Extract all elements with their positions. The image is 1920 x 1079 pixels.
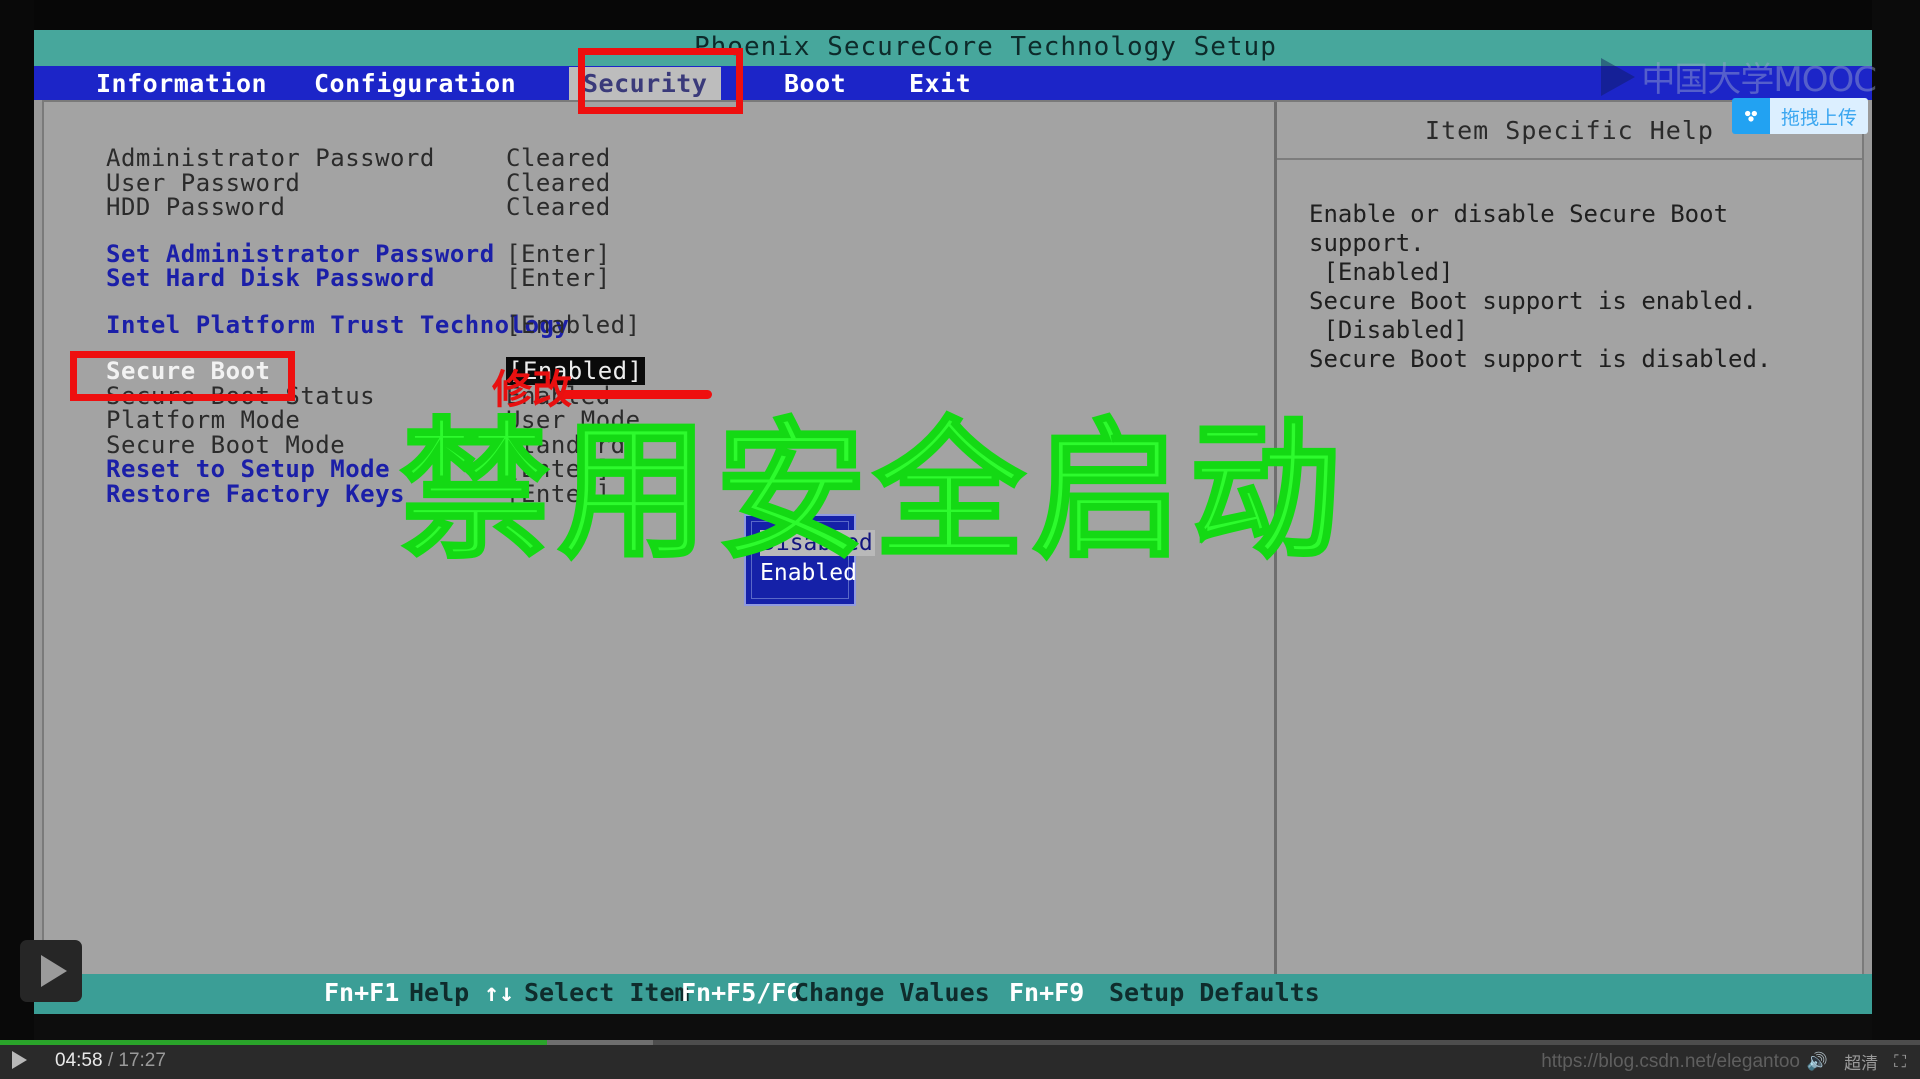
bios-title-bar: Phoenix SecureCore Technology Setup <box>34 30 1872 66</box>
help-pane: Item Specific Help Enable or disable Sec… <box>1277 102 1862 1004</box>
row-label: Restore Factory Keys <box>106 479 405 508</box>
watermark: https://blog.csdn.net/elegantoo <box>1541 1051 1800 1072</box>
table-row[interactable]: HDD Password Cleared <box>106 193 1246 221</box>
time-separator: / <box>107 1050 114 1071</box>
table-row[interactable]: Intel Platform Trust Technology [Enabled… <box>106 310 1246 339</box>
table-row[interactable]: Set Administrator Password [Enter] <box>106 240 1246 268</box>
upload-chip-label: 拖拽上传 <box>1769 98 1868 134</box>
upload-chip[interactable]: 拖拽上传 <box>1731 98 1868 134</box>
table-row[interactable]: User Password Cleared <box>106 169 1246 197</box>
tab-information[interactable]: Information <box>96 69 267 98</box>
row-label: HDD Password <box>106 193 286 221</box>
quality-label[interactable]: 超清 <box>1844 1049 1878 1074</box>
play-icon[interactable] <box>12 1051 27 1069</box>
help-divider <box>1277 158 1862 160</box>
footer-action-change-values: Change Values <box>794 978 990 1007</box>
play-icon <box>40 955 67 987</box>
fullscreen-icon[interactable]: ⛶ <box>1894 1052 1906 1072</box>
footer-key-f5f6: Fn+F5/F6 <box>681 978 802 1007</box>
table-row[interactable]: Set Hard Disk Password [Enter] <box>106 264 1246 292</box>
footer-key-arrows: ↑↓ <box>484 978 515 1007</box>
player-controls-right[interactable]: 🔊 超清 ⛶ <box>1807 1049 1906 1075</box>
row-value: Cleared <box>506 193 611 221</box>
bezel-left <box>0 0 34 1040</box>
mooc-logo: 中国大学MOOC <box>1601 52 1877 101</box>
time-display: 04:58 / 17:27 <box>55 1050 166 1072</box>
overlay-instruction-text: 禁用安全启动 <box>398 404 1349 581</box>
tab-boot[interactable]: Boot <box>784 69 846 98</box>
progress-buffered <box>547 1040 653 1045</box>
footer-action-setup-defaults: Setup Defaults <box>1109 978 1320 1007</box>
bios-menu-bar[interactable]: Information Configuration Security Boot … <box>34 66 1872 100</box>
footer-action-help: Help <box>409 978 470 1007</box>
video-play-overlay-button[interactable] <box>20 940 82 1002</box>
help-text: Enable or disable Secure Boot support. [… <box>1309 200 1772 373</box>
footer-action-select-item: Select Item <box>524 978 690 1007</box>
tab-configuration[interactable]: Configuration <box>314 69 516 98</box>
bios-title: Phoenix SecureCore Technology Setup <box>694 32 1277 62</box>
row-value: [Enter] <box>506 264 611 292</box>
annotation-box-secure-boot <box>70 351 295 401</box>
bezel-right <box>1872 0 1920 1040</box>
cloud-upload-icon <box>1731 98 1770 134</box>
tab-exit[interactable]: Exit <box>909 69 971 98</box>
progress-played <box>0 1040 548 1045</box>
current-time: 04:58 <box>55 1050 103 1071</box>
row-label: Set Hard Disk Password <box>106 264 435 292</box>
volume-icon[interactable]: 🔊 <box>1807 1052 1828 1072</box>
monitor-photo: Phoenix SecureCore Technology Setup Info… <box>0 0 1920 1040</box>
table-row[interactable]: Administrator Password Cleared <box>106 144 1246 172</box>
progress-bar[interactable] <box>0 1040 1920 1045</box>
total-time: 17:27 <box>118 1050 166 1071</box>
row-value: [Enabled] <box>506 310 641 339</box>
play-triangle-icon <box>1601 57 1636 96</box>
bezel-top <box>0 0 1920 30</box>
mooc-logo-text: 中国大学MOOC <box>1641 60 1877 100</box>
footer-key-f9: Fn+F9 <box>1009 978 1085 1007</box>
video-player-bar[interactable]: 04:58 / 17:27 https://blog.csdn.net/eleg… <box>0 1040 1920 1079</box>
footer-key-f1: Fn+F1 <box>324 978 400 1007</box>
row-label: Intel Platform Trust Technology <box>106 310 570 339</box>
screenshot-root: Phoenix SecureCore Technology Setup Info… <box>0 0 1920 1079</box>
bios-footer: Fn+F1 Help ↑↓ Select Item Fn+F5/F6 Chang… <box>34 974 1872 1014</box>
annotation-box-security-tab <box>578 48 743 114</box>
